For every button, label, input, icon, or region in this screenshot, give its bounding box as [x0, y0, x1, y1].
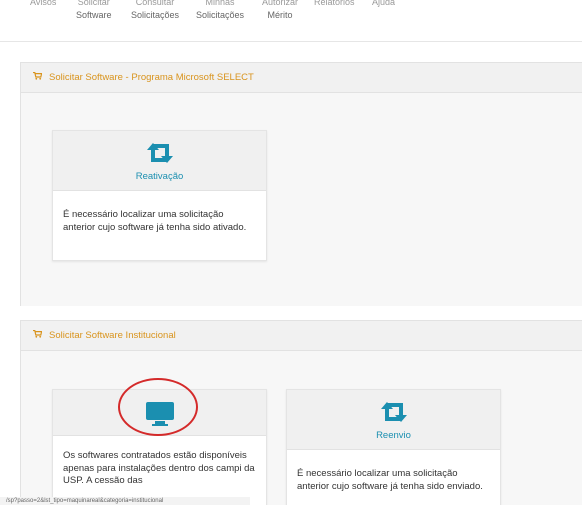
cart-icon [33, 63, 43, 93]
cart-icon [33, 321, 43, 351]
panel-title: Solicitar Software - Programa Microsoft … [49, 72, 254, 83]
card-reenvio[interactable]: Reenvio É necessário localizar uma solic… [286, 389, 501, 505]
card-description: É necessário localizar uma solicitação a… [63, 209, 247, 233]
highlight-annotation-circle [118, 378, 198, 436]
panel-body: Os softwares contratados estão disponíve… [21, 351, 582, 505]
retweet-icon [378, 401, 410, 428]
top-navigation: Avisos Solicitar Software Consultar Soli… [0, 0, 582, 42]
retweet-icon [144, 142, 176, 169]
panel-body: Reativação É necessário localizar uma so… [21, 93, 582, 306]
status-bar-url: /sp?passo=2&lst_tipo=maquinareal&categor… [0, 497, 250, 505]
nav-item-autorizar-merito[interactable]: Autorizar Mérito [262, 0, 298, 22]
card-reativacao[interactable]: Reativação É necessário localizar uma so… [52, 130, 267, 261]
nav-item-solicitar-software[interactable]: Solicitar Software [76, 0, 112, 22]
card-header: Reenvio [287, 390, 500, 450]
panel-heading: Solicitar Software Institucional [21, 321, 582, 351]
card-description: Os softwares contratados estão disponíve… [63, 450, 255, 486]
panel-institucional: Solicitar Software Institucional Os soft… [20, 320, 582, 505]
nav-item-avisos[interactable]: Avisos [30, 0, 56, 9]
nav-item-ajuda[interactable]: Ajuda [372, 0, 395, 9]
nav-item-consultar-solicitacoes[interactable]: Consultar Solicitações [131, 0, 179, 22]
card-title: Reativação [135, 171, 184, 182]
nav-item-relatorios[interactable]: Relatórios [314, 0, 355, 9]
card-header: Reativação [53, 131, 266, 191]
card-title: Reenvio [376, 430, 411, 441]
nav-item-minhas-solicitacoes[interactable]: Minhas Solicitações [196, 0, 244, 22]
panel-microsoft-select: Solicitar Software - Programa Microsoft … [20, 62, 582, 306]
panel-heading: Solicitar Software - Programa Microsoft … [21, 63, 582, 93]
card-description: É necessário localizar uma solicitação a… [297, 468, 483, 492]
panel-title: Solicitar Software Institucional [49, 330, 176, 341]
